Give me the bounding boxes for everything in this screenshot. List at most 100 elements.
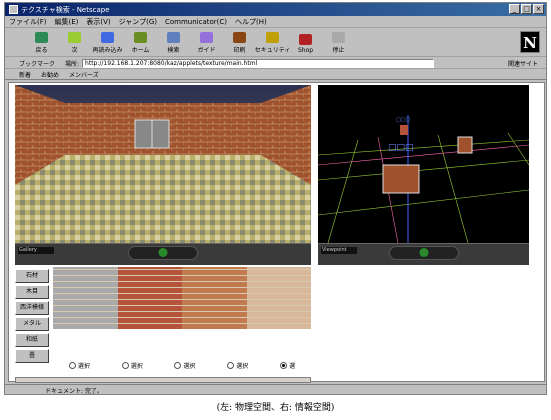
- toolbar-button-label: 戻る: [35, 47, 48, 54]
- radio-label: 選択: [77, 362, 90, 370]
- horizontal-scrollbar[interactable]: [15, 377, 311, 383]
- gallery-3d-scene[interactable]: [15, 85, 311, 243]
- toolbar-button-6[interactable]: 印刷: [223, 29, 256, 55]
- material-tabs: 石材木目西洋模様メタル和紙畳: [15, 269, 53, 365]
- toolbar-button-label: 停止: [332, 47, 345, 54]
- page-content: Gallery □□□ □□□ Viewpoint 石材 木目 西洋模様 メタル…: [8, 82, 545, 383]
- menu-help[interactable]: ヘルプ(H): [235, 17, 267, 27]
- radio-button[interactable]: [227, 361, 235, 369]
- location-label: 場所:: [65, 60, 80, 68]
- stop-icon: [332, 32, 345, 43]
- toolbar-button-label: 次: [71, 47, 78, 54]
- texture-radio-group: 選択 選択 選択 選択 選: [53, 359, 311, 371]
- url-input[interactable]: [82, 58, 435, 68]
- radio-label: 選択: [236, 362, 249, 370]
- info-label-3d-small: □□□: [396, 117, 410, 123]
- personal-members[interactable]: メンバーズ: [69, 70, 99, 79]
- search-icon: [167, 32, 180, 43]
- material-tab[interactable]: 木目: [15, 285, 49, 299]
- toolbar-button-label: 再読み込み: [92, 47, 123, 54]
- personal-toolbar: 新着 お勧め メンバーズ: [5, 70, 546, 80]
- toolbar-button-label: セキュリティ: [254, 47, 291, 54]
- toolbar-button-8[interactable]: Shop: [289, 29, 322, 55]
- toolbar-button-3[interactable]: ホーム: [124, 29, 157, 55]
- back-arrow-icon: [35, 32, 48, 43]
- player-title: Gallery: [18, 247, 54, 254]
- reload-icon: [101, 32, 114, 43]
- radio-button[interactable]: [174, 361, 182, 369]
- browser-window: テクスチャ検索 - Netscape _ □ × ファイル(F) 編集(E) 表…: [4, 2, 547, 395]
- texture-swatches: [53, 267, 311, 329]
- toolbar-button-label: 印刷: [233, 47, 246, 54]
- menu-communicator[interactable]: Communicator(C): [165, 18, 227, 26]
- walk-arrow-icon-right[interactable]: [419, 248, 428, 257]
- status-bar: ドキュメント: 完了。: [5, 384, 546, 395]
- toolbar-button-5[interactable]: ガイド: [190, 29, 223, 55]
- radio-label: 選択: [130, 362, 143, 370]
- forward-arrow-icon: [68, 32, 81, 43]
- toolbar-button-1[interactable]: 次: [58, 29, 91, 55]
- figure-caption: (左: 物理空間、右: 情報空間): [216, 403, 335, 413]
- toolbar-button-9[interactable]: 停止: [322, 29, 355, 55]
- title-bar: テクスチャ検索 - Netscape _ □ ×: [5, 3, 546, 16]
- radio-button[interactable]: [280, 361, 288, 369]
- toolbar-button-label: ホーム: [131, 47, 150, 54]
- texture-swatch[interactable]: [117, 267, 182, 329]
- material-selector-panel: 石材木目西洋模様メタル和紙畳 選択 選択 選択 選択 選: [15, 267, 311, 377]
- netscape-logo[interactable]: N: [520, 31, 540, 53]
- material-tab[interactable]: 和紙: [15, 333, 49, 347]
- navigation-toolbar: 戻る 次 再読み込み ホーム 検索 ガイド 印刷 セキュリティ Shop 停止: [5, 29, 546, 57]
- texture-radio[interactable]: 選択: [227, 361, 248, 370]
- window-title: テクスチャ検索 - Netscape: [21, 5, 110, 14]
- info-label-3d: □□□: [388, 143, 414, 153]
- menu-view[interactable]: 表示(V): [86, 17, 110, 27]
- information-space-viewer[interactable]: □□□ □□□ Viewpoint: [317, 85, 530, 265]
- bookmarks-button[interactable]: ブックマーク: [19, 59, 55, 68]
- home-icon: [134, 32, 147, 43]
- texture-radio[interactable]: 選択: [121, 361, 143, 370]
- texture-swatch[interactable]: [246, 267, 311, 329]
- related-sites-button[interactable]: 関連サイト: [508, 59, 538, 68]
- shop-cart-icon: [299, 34, 312, 45]
- location-bar: ブックマーク 場所: 関連サイト: [5, 58, 546, 69]
- information-3d-scene[interactable]: □□□ □□□: [317, 85, 530, 244]
- app-icon: [9, 5, 18, 14]
- texture-radio[interactable]: 選択: [68, 361, 90, 370]
- texture-radio[interactable]: 選択: [174, 361, 196, 370]
- toolbar-button-0[interactable]: 戻る: [25, 29, 58, 55]
- security-lock-icon: [266, 32, 279, 43]
- toolbar-button-label: Shop: [297, 47, 314, 54]
- material-tab[interactable]: メタル: [15, 317, 49, 331]
- material-tab[interactable]: 畳: [15, 349, 49, 363]
- maximize-button[interactable]: □: [521, 4, 532, 14]
- player-title-right: Viewpoint: [321, 247, 357, 254]
- texture-swatch[interactable]: [53, 267, 118, 329]
- material-tab[interactable]: 西洋模様: [15, 301, 49, 315]
- toolbar-button-7[interactable]: セキュリティ: [254, 29, 291, 55]
- radio-label: 選: [289, 362, 296, 370]
- menu-edit[interactable]: 編集(E): [55, 17, 79, 27]
- vrml-control-bar: Gallery: [15, 243, 311, 265]
- vrml-control-bar-right: Viewpoint: [318, 243, 529, 265]
- guide-icon: [200, 32, 213, 43]
- toolbar-button-2[interactable]: 再読み込み: [91, 29, 124, 55]
- menu-bar: ファイル(F) 編集(E) 表示(V) ジャンプ(G) Communicator…: [5, 17, 546, 28]
- physical-space-viewer[interactable]: Gallery: [15, 85, 311, 265]
- personal-recommend[interactable]: お勧め: [41, 70, 59, 79]
- radio-button[interactable]: [121, 361, 129, 369]
- material-tab[interactable]: 石材: [15, 269, 49, 283]
- minimize-button[interactable]: _: [509, 4, 520, 14]
- texture-swatch[interactable]: [182, 267, 247, 329]
- toolbar-button-4[interactable]: 検索: [157, 29, 190, 55]
- radio-button[interactable]: [68, 361, 76, 369]
- toolbar-button-label: ガイド: [197, 47, 216, 54]
- close-button[interactable]: ×: [533, 4, 544, 14]
- walk-arrow-icon[interactable]: [158, 248, 168, 257]
- menu-file[interactable]: ファイル(F): [9, 17, 47, 27]
- menu-go[interactable]: ジャンプ(G): [119, 17, 157, 27]
- radio-label: 選択: [183, 362, 196, 370]
- status-text: ドキュメント: 完了。: [45, 387, 103, 395]
- print-icon: [233, 32, 246, 43]
- personal-new[interactable]: 新着: [19, 70, 31, 79]
- texture-radio[interactable]: 選: [280, 361, 295, 370]
